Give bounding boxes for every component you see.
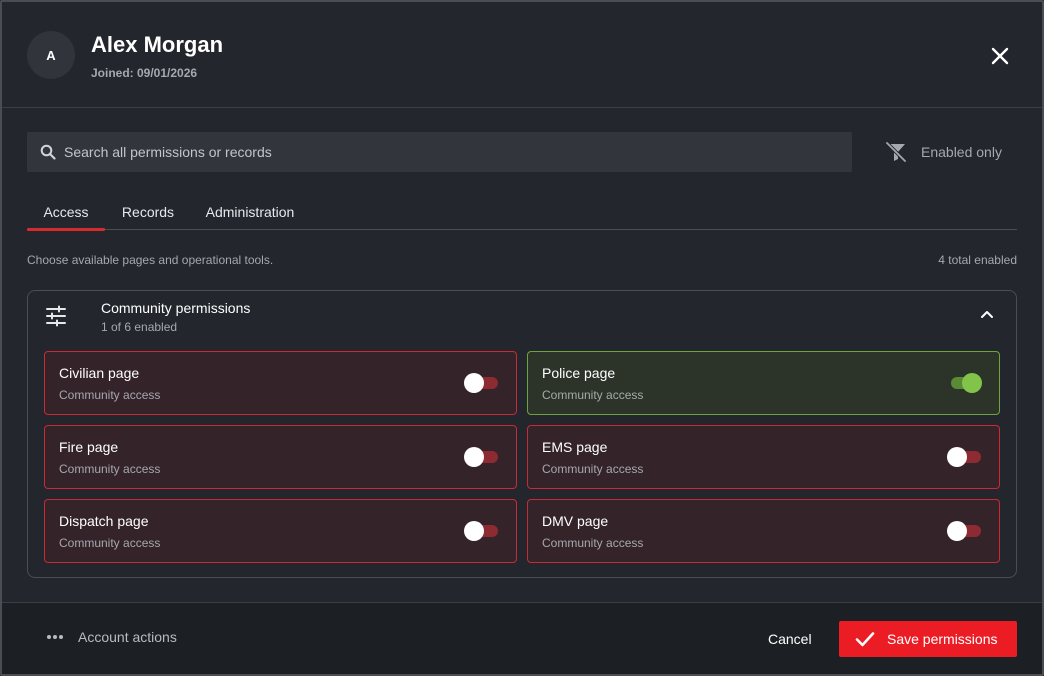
ems-page-toggle[interactable] bbox=[947, 447, 982, 467]
cancel-button[interactable]: Cancel bbox=[768, 631, 812, 647]
permission-card-dmv: DMV page Community access bbox=[527, 499, 1000, 563]
save-permissions-button[interactable]: Save permissions bbox=[839, 621, 1017, 657]
community-permissions-section: Community permissions 1 of 6 enabled Civ… bbox=[27, 290, 1017, 578]
save-label: Save permissions bbox=[887, 631, 998, 647]
permissions-dialog: A Alex Morgan Joined: 09/01/2026 Enabled… bbox=[0, 0, 1044, 676]
dialog-footer: Account actions Cancel Save permissions bbox=[2, 602, 1042, 674]
tab-bar: Access Records Administration bbox=[27, 198, 1017, 231]
tab-administration[interactable]: Administration bbox=[197, 198, 303, 230]
filter-off-icon bbox=[884, 140, 908, 164]
close-button[interactable] bbox=[986, 42, 1014, 70]
permission-subtitle: Community access bbox=[542, 462, 644, 476]
dmv-page-toggle[interactable] bbox=[947, 521, 982, 541]
permission-title: Police page bbox=[542, 365, 616, 381]
permission-title: Fire page bbox=[59, 439, 119, 455]
user-name: Alex Morgan bbox=[91, 32, 224, 57]
permission-card-fire: Fire page Community access bbox=[44, 425, 517, 489]
police-page-toggle[interactable] bbox=[948, 373, 982, 393]
permission-card-ems: EMS page Community access bbox=[527, 425, 1000, 489]
joined-date: Joined: 09/01/2026 bbox=[91, 66, 198, 80]
chevron-up-icon[interactable] bbox=[980, 307, 994, 326]
sliders-icon bbox=[45, 305, 67, 332]
account-actions-label: Account actions bbox=[78, 629, 177, 645]
fire-page-toggle[interactable] bbox=[464, 447, 499, 467]
dispatch-page-toggle[interactable] bbox=[464, 521, 499, 541]
search-icon bbox=[40, 144, 56, 160]
permission-card-police: Police page Community access bbox=[527, 351, 1000, 415]
permission-subtitle: Community access bbox=[542, 388, 644, 402]
account-actions-button[interactable]: Account actions bbox=[46, 629, 177, 645]
permission-title: Dispatch page bbox=[59, 513, 149, 529]
permission-card-dispatch: Dispatch page Community access bbox=[44, 499, 517, 563]
more-horizontal-icon bbox=[46, 634, 64, 640]
tab-access[interactable]: Access bbox=[27, 198, 105, 231]
permission-title: Civilian page bbox=[59, 365, 140, 381]
filter-label: Enabled only bbox=[921, 144, 1002, 160]
section-title: Community permissions bbox=[101, 300, 251, 316]
permission-title: EMS page bbox=[542, 439, 608, 455]
close-icon bbox=[991, 47, 1009, 65]
enabled-only-filter[interactable]: Enabled only bbox=[884, 140, 1002, 164]
total-enabled-count: 4 total enabled bbox=[938, 253, 1017, 267]
tab-records[interactable]: Records bbox=[115, 198, 181, 230]
permission-subtitle: Community access bbox=[59, 536, 161, 550]
search-input[interactable] bbox=[64, 144, 824, 160]
section-subtitle: 1 of 6 enabled bbox=[101, 320, 178, 334]
permission-subtitle: Community access bbox=[59, 388, 161, 402]
avatar: A bbox=[27, 31, 75, 79]
permission-card-civilian: Civilian page Community access bbox=[44, 351, 517, 415]
check-icon bbox=[855, 631, 875, 647]
civilian-page-toggle[interactable] bbox=[464, 373, 499, 393]
permission-subtitle: Community access bbox=[59, 462, 161, 476]
permission-subtitle: Community access bbox=[542, 536, 644, 550]
tab-description: Choose available pages and operational t… bbox=[27, 253, 274, 267]
permission-title: DMV page bbox=[542, 513, 609, 529]
dialog-header: A Alex Morgan Joined: 09/01/2026 bbox=[2, 2, 1042, 108]
search-bar bbox=[27, 132, 852, 172]
